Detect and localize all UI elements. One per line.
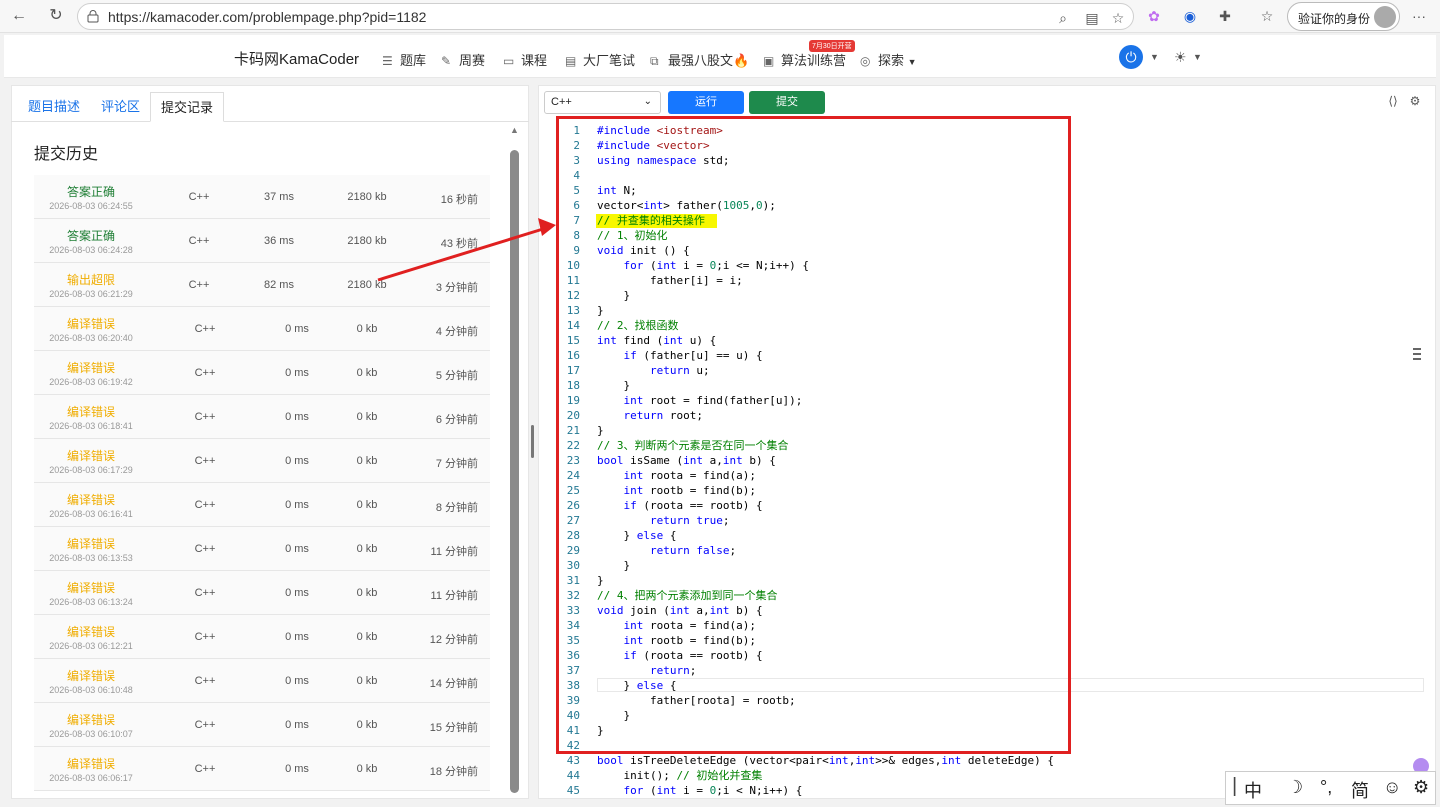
annotation-arrow bbox=[377, 218, 556, 282]
ime-chinese[interactable]: 中 bbox=[1244, 777, 1262, 803]
ime-toolbar: | 中 ☽ °, 简 ☺ ⚙ bbox=[1225, 771, 1436, 805]
ime-settings-icon[interactable]: ⚙ bbox=[1413, 777, 1429, 798]
ime-simplified[interactable]: 简 bbox=[1351, 777, 1369, 803]
ime-handle[interactable]: | bbox=[1232, 775, 1237, 798]
ime-moon-icon[interactable]: ☽ bbox=[1287, 777, 1303, 798]
ime-punct[interactable]: °, bbox=[1320, 777, 1332, 798]
ime-emoji-icon[interactable]: ☺ bbox=[1383, 777, 1401, 798]
